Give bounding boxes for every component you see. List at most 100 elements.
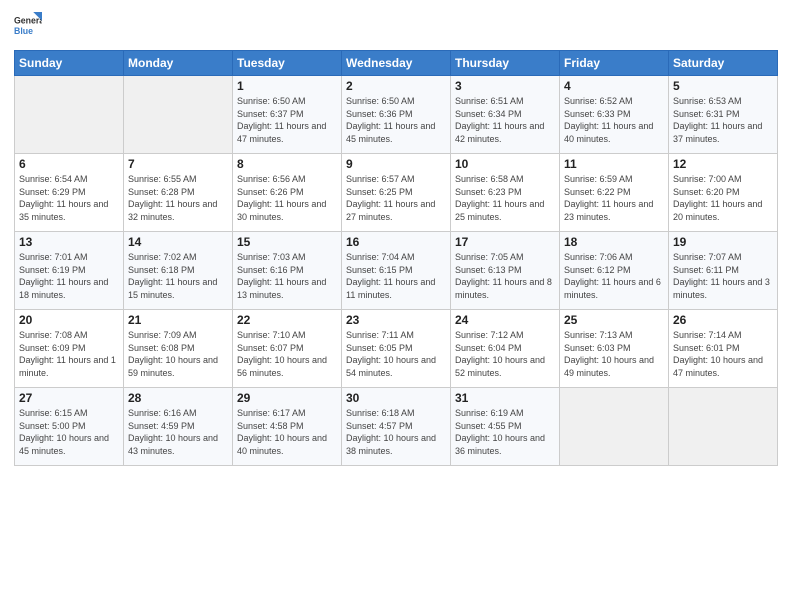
calendar-cell: 12 Sunrise: 7:00 AM Sunset: 6:20 PM Dayli… [669, 154, 778, 232]
weekday-header: Saturday [669, 51, 778, 76]
day-info: Sunrise: 7:09 AM Sunset: 6:08 PM Dayligh… [128, 329, 228, 379]
calendar-cell: 5 Sunrise: 6:53 AM Sunset: 6:31 PM Daylig… [669, 76, 778, 154]
calendar-cell: 28 Sunrise: 6:16 AM Sunset: 4:59 PM Dayli… [124, 388, 233, 466]
day-info: Sunrise: 6:15 AM Sunset: 5:00 PM Dayligh… [19, 407, 119, 457]
day-info: Sunrise: 6:51 AM Sunset: 6:34 PM Dayligh… [455, 95, 555, 145]
calendar-cell: 21 Sunrise: 7:09 AM Sunset: 6:08 PM Dayli… [124, 310, 233, 388]
day-info: Sunrise: 6:57 AM Sunset: 6:25 PM Dayligh… [346, 173, 446, 223]
logo: General Blue [14, 12, 44, 40]
day-info: Sunrise: 7:04 AM Sunset: 6:15 PM Dayligh… [346, 251, 446, 301]
day-info: Sunrise: 7:10 AM Sunset: 6:07 PM Dayligh… [237, 329, 337, 379]
calendar-week: 27 Sunrise: 6:15 AM Sunset: 5:00 PM Dayli… [15, 388, 778, 466]
day-info: Sunrise: 7:07 AM Sunset: 6:11 PM Dayligh… [673, 251, 773, 301]
calendar-cell: 13 Sunrise: 7:01 AM Sunset: 6:19 PM Dayli… [15, 232, 124, 310]
calendar-cell: 1 Sunrise: 6:50 AM Sunset: 6:37 PM Daylig… [233, 76, 342, 154]
day-number: 5 [673, 79, 773, 93]
day-number: 15 [237, 235, 337, 249]
day-number: 10 [455, 157, 555, 171]
calendar-cell [560, 388, 669, 466]
weekday-header: Friday [560, 51, 669, 76]
day-info: Sunrise: 6:52 AM Sunset: 6:33 PM Dayligh… [564, 95, 664, 145]
calendar-week: 20Sunrise: 7:08 AM Sunset: 6:09 PM Dayli… [15, 310, 778, 388]
day-number: 20 [19, 313, 119, 327]
day-info: Sunrise: 7:02 AM Sunset: 6:18 PM Dayligh… [128, 251, 228, 301]
day-number: 3 [455, 79, 555, 93]
day-number: 21 [128, 313, 228, 327]
day-number: 17 [455, 235, 555, 249]
calendar-cell: 6Sunrise: 6:54 AM Sunset: 6:29 PM Daylig… [15, 154, 124, 232]
day-info: Sunrise: 6:50 AM Sunset: 6:37 PM Dayligh… [237, 95, 337, 145]
day-info: Sunrise: 6:50 AM Sunset: 6:36 PM Dayligh… [346, 95, 446, 145]
day-info: Sunrise: 7:05 AM Sunset: 6:13 PM Dayligh… [455, 251, 555, 301]
day-number: 8 [237, 157, 337, 171]
day-number: 12 [673, 157, 773, 171]
calendar-cell [669, 388, 778, 466]
calendar-cell: 8 Sunrise: 6:56 AM Sunset: 6:26 PM Daylig… [233, 154, 342, 232]
day-number: 30 [346, 391, 446, 405]
day-number: 23 [346, 313, 446, 327]
calendar-cell: 10 Sunrise: 6:58 AM Sunset: 6:23 PM Dayli… [451, 154, 560, 232]
day-info: Sunrise: 7:06 AM Sunset: 6:12 PM Dayligh… [564, 251, 664, 301]
day-info: Sunrise: 7:14 AM Sunset: 6:01 PM Dayligh… [673, 329, 773, 379]
weekday-header: Tuesday [233, 51, 342, 76]
day-number: 13 [19, 235, 119, 249]
day-number: 19 [673, 235, 773, 249]
weekday-header: Wednesday [342, 51, 451, 76]
weekday-header: Monday [124, 51, 233, 76]
day-number: 31 [455, 391, 555, 405]
page-container: General Blue SundayMondayTuesdayWednesda… [0, 0, 792, 474]
day-info: Sunrise: 6:59 AM Sunset: 6:22 PM Dayligh… [564, 173, 664, 223]
day-number: 9 [346, 157, 446, 171]
calendar-cell: 23 Sunrise: 7:11 AM Sunset: 6:05 PM Dayli… [342, 310, 451, 388]
day-number: 27 [19, 391, 119, 405]
day-number: 7 [128, 157, 228, 171]
calendar-week: 13 Sunrise: 7:01 AM Sunset: 6:19 PM Dayli… [15, 232, 778, 310]
calendar-cell: 27 Sunrise: 6:15 AM Sunset: 5:00 PM Dayli… [15, 388, 124, 466]
day-number: 28 [128, 391, 228, 405]
svg-text:Blue: Blue [14, 26, 33, 36]
svg-text:General: General [14, 15, 42, 25]
day-number: 6 [19, 157, 119, 171]
calendar-cell: 24 Sunrise: 7:12 AM Sunset: 6:04 PM Dayli… [451, 310, 560, 388]
calendar-cell: 16 Sunrise: 7:04 AM Sunset: 6:15 PM Dayli… [342, 232, 451, 310]
calendar-cell: 22Sunrise: 7:10 AM Sunset: 6:07 PM Dayli… [233, 310, 342, 388]
day-info: Sunrise: 6:16 AM Sunset: 4:59 PM Dayligh… [128, 407, 228, 457]
day-info: Sunrise: 6:56 AM Sunset: 6:26 PM Dayligh… [237, 173, 337, 223]
weekday-header: Thursday [451, 51, 560, 76]
day-number: 2 [346, 79, 446, 93]
calendar-cell: 3 Sunrise: 6:51 AM Sunset: 6:34 PM Daylig… [451, 76, 560, 154]
calendar-cell: 18 Sunrise: 7:06 AM Sunset: 6:12 PM Dayli… [560, 232, 669, 310]
day-number: 24 [455, 313, 555, 327]
day-info: Sunrise: 7:01 AM Sunset: 6:19 PM Dayligh… [19, 251, 119, 301]
day-info: Sunrise: 6:58 AM Sunset: 6:23 PM Dayligh… [455, 173, 555, 223]
logo-icon: General Blue [14, 12, 42, 40]
calendar-week: 6Sunrise: 6:54 AM Sunset: 6:29 PM Daylig… [15, 154, 778, 232]
day-number: 16 [346, 235, 446, 249]
day-number: 18 [564, 235, 664, 249]
calendar-cell: 20Sunrise: 7:08 AM Sunset: 6:09 PM Dayli… [15, 310, 124, 388]
header-row: SundayMondayTuesdayWednesdayThursdayFrid… [15, 51, 778, 76]
day-info: Sunrise: 7:00 AM Sunset: 6:20 PM Dayligh… [673, 173, 773, 223]
calendar-cell: 11Sunrise: 6:59 AM Sunset: 6:22 PM Dayli… [560, 154, 669, 232]
day-number: 1 [237, 79, 337, 93]
calendar-cell: 4 Sunrise: 6:52 AM Sunset: 6:33 PM Daylig… [560, 76, 669, 154]
calendar-cell: 26 Sunrise: 7:14 AM Sunset: 6:01 PM Dayli… [669, 310, 778, 388]
calendar-cell: 2 Sunrise: 6:50 AM Sunset: 6:36 PM Daylig… [342, 76, 451, 154]
day-info: Sunrise: 7:11 AM Sunset: 6:05 PM Dayligh… [346, 329, 446, 379]
day-info: Sunrise: 7:12 AM Sunset: 6:04 PM Dayligh… [455, 329, 555, 379]
day-info: Sunrise: 7:13 AM Sunset: 6:03 PM Dayligh… [564, 329, 664, 379]
day-number: 26 [673, 313, 773, 327]
calendar-cell: 15Sunrise: 7:03 AM Sunset: 6:16 PM Dayli… [233, 232, 342, 310]
calendar-cell [124, 76, 233, 154]
day-number: 29 [237, 391, 337, 405]
calendar-cell: 30 Sunrise: 6:18 AM Sunset: 4:57 PM Dayli… [342, 388, 451, 466]
day-number: 4 [564, 79, 664, 93]
day-info: Sunrise: 6:53 AM Sunset: 6:31 PM Dayligh… [673, 95, 773, 145]
day-number: 14 [128, 235, 228, 249]
day-info: Sunrise: 6:18 AM Sunset: 4:57 PM Dayligh… [346, 407, 446, 457]
day-info: Sunrise: 6:19 AM Sunset: 4:55 PM Dayligh… [455, 407, 555, 457]
day-info: Sunrise: 6:55 AM Sunset: 6:28 PM Dayligh… [128, 173, 228, 223]
calendar-cell: 7 Sunrise: 6:55 AM Sunset: 6:28 PM Daylig… [124, 154, 233, 232]
calendar-cell: 19 Sunrise: 7:07 AM Sunset: 6:11 PM Dayli… [669, 232, 778, 310]
calendar-cell: 25Sunrise: 7:13 AM Sunset: 6:03 PM Dayli… [560, 310, 669, 388]
